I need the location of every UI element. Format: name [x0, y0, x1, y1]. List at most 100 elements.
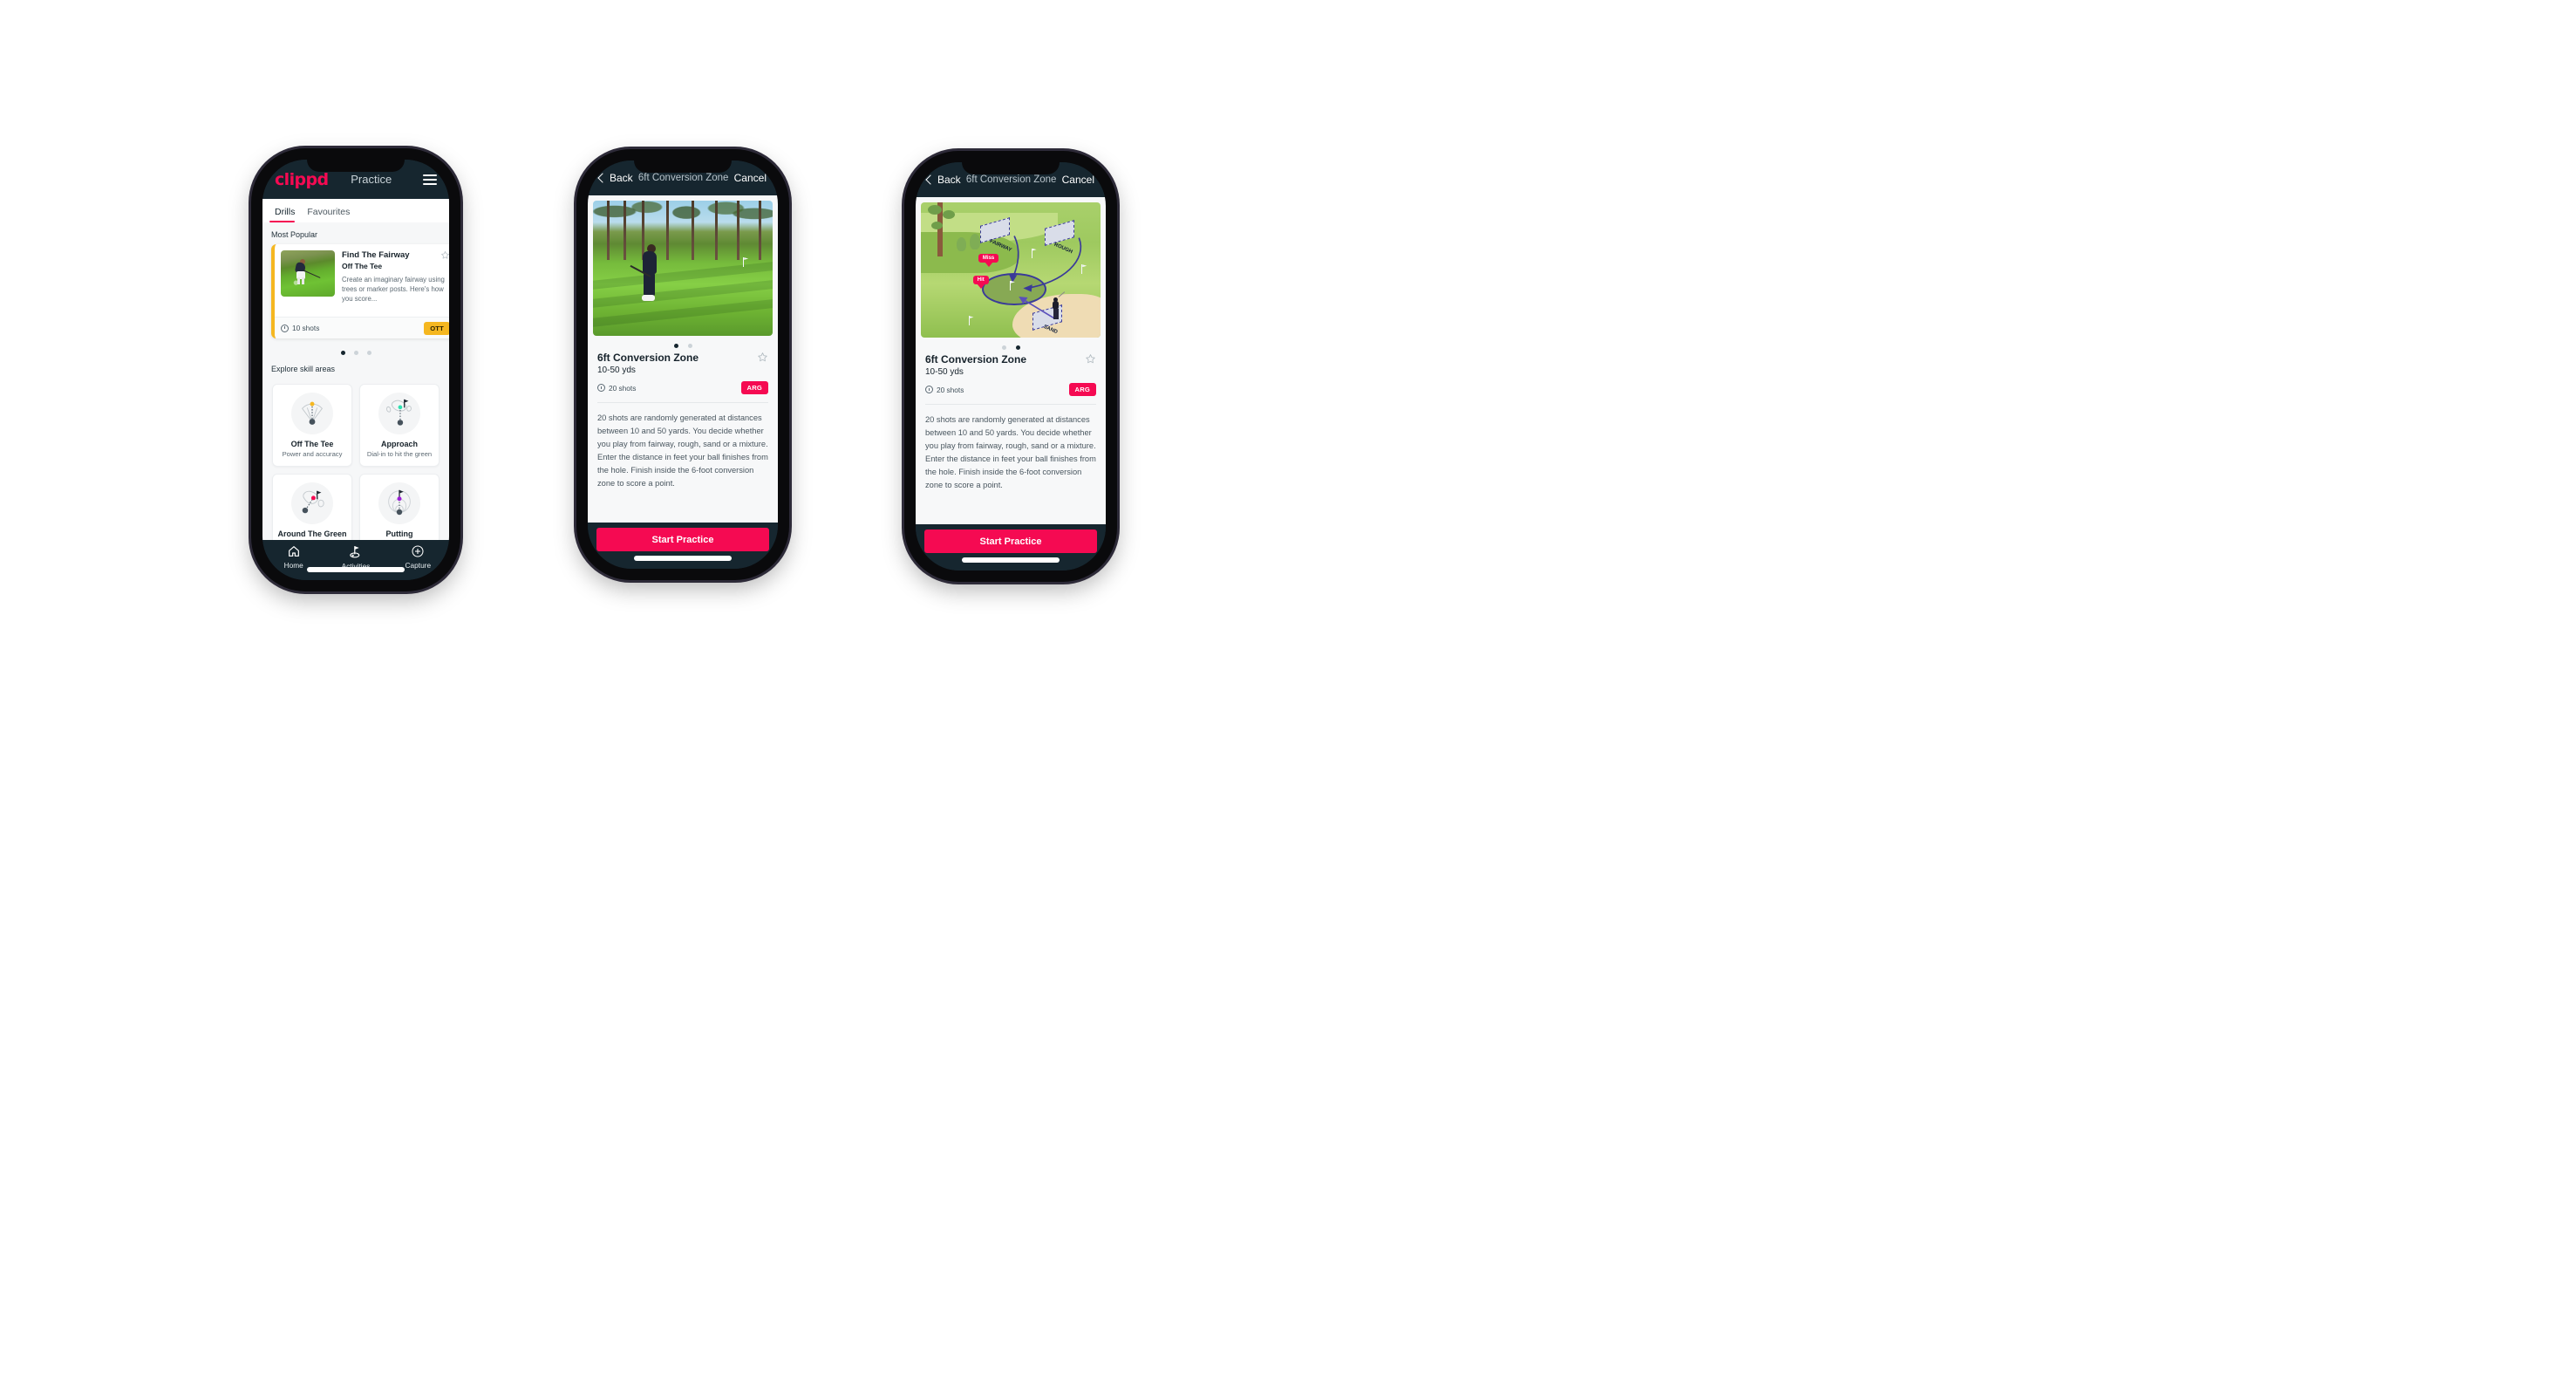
approach-green-icon: [378, 393, 420, 434]
phone-2-screen: Back 6ft Conversion Zone Cancel 6ft Conv…: [588, 161, 778, 569]
detail-content: 6ft Conversion Zone 10-50 yds 20 shots A…: [588, 195, 778, 523]
carousel-dot-2[interactable]: [353, 351, 358, 355]
tee-fan-icon: [291, 393, 333, 434]
notch: [307, 160, 405, 172]
star-outline-icon[interactable]: [440, 250, 449, 260]
start-practice-button[interactable]: Start Practice: [596, 528, 769, 551]
tab-drills[interactable]: Drills: [269, 207, 302, 222]
drill-yardage: 10-50 yds: [925, 367, 964, 377]
most-popular-label: Most Popular: [271, 230, 318, 239]
drill-card-footer: 10 shots OTT: [275, 317, 449, 338]
cancel-button[interactable]: Cancel: [734, 172, 767, 184]
skill-name: Putting: [385, 530, 413, 538]
clock-icon: [281, 324, 289, 332]
start-practice-button[interactable]: Start Practice: [924, 530, 1097, 553]
drill-description: 20 shots are randomly generated at dista…: [597, 413, 768, 489]
drill-card-find-the-fairway[interactable]: Find The Fairway Off The Tee Create an i…: [271, 244, 449, 338]
drill-shots: 20 shots: [597, 384, 636, 393]
clock-icon: [925, 386, 933, 393]
skill-card-off-the-tee[interactable]: Off The Tee Power and accuracy: [272, 384, 352, 467]
drill-description: 20 shots are randomly generated at dista…: [925, 415, 1096, 490]
shot-path-arrows: [1008, 236, 1082, 319]
detail-meta-row: 20 shots ARG: [597, 381, 768, 394]
back-button[interactable]: Back: [597, 172, 633, 184]
golf-flag-icon: [350, 546, 360, 558]
phone-3-screen: Back 6ft Conversion Zone Cancel FAIRWAY …: [916, 162, 1106, 571]
skill-card-putting[interactable]: Putting Make and lag practice: [359, 474, 440, 540]
drill-yardage: 10-50 yds: [597, 366, 636, 375]
hero-wrap: [588, 195, 778, 336]
home-indicator: [634, 556, 732, 561]
carousel-dot-1[interactable]: [340, 351, 345, 355]
detail-footer: Start Practice: [916, 524, 1106, 571]
skill-card-around-the-green[interactable]: Around The Green Hone your short game: [272, 474, 352, 540]
phone-2-drill-detail-video: Back 6ft Conversion Zone Cancel 6ft Conv…: [576, 149, 789, 580]
hero-carousel-dots[interactable]: [916, 338, 1106, 353]
star-outline-icon[interactable]: [1085, 353, 1096, 365]
drill-video-thumbnail[interactable]: [593, 201, 773, 336]
hero-dot-1[interactable]: [673, 344, 678, 348]
nav-item-capture[interactable]: Capture: [387, 544, 449, 570]
drill-shots: 20 shots: [925, 386, 964, 394]
chevron-left-icon: [597, 173, 608, 183]
drill-shots-label: 20 shots: [937, 385, 964, 394]
drill-description: Create an imaginary fairway using trees …: [342, 275, 445, 304]
home-indicator: [962, 557, 1060, 563]
detail-content: FAIRWAY ROUGH SAND Miss Hit 6ft Conversi…: [916, 197, 1106, 524]
skill-badge-ott: OTT: [424, 321, 449, 335]
chip-green-icon: [291, 482, 333, 524]
putting-rings-icon: [378, 482, 420, 524]
back-button[interactable]: Back: [925, 174, 961, 186]
carousel-dot-3[interactable]: [366, 351, 371, 355]
back-label: Back: [937, 174, 961, 186]
detail-title: 6ft Conversion Zone: [637, 173, 729, 183]
course-illustration[interactable]: FAIRWAY ROUGH SAND Miss Hit: [921, 202, 1101, 338]
cancel-button[interactable]: Cancel: [1062, 174, 1094, 186]
tab-favourites[interactable]: Favourites: [302, 207, 357, 222]
home-indicator: [307, 567, 405, 572]
drill-title: Find The Fairway: [342, 250, 410, 260]
golfer-figure: [1052, 290, 1066, 320]
phone-1-screen: clippd Practice Drills Favourites Most P…: [262, 160, 449, 580]
drill-card-main: Find The Fairway Off The Tee Create an i…: [275, 244, 449, 317]
skill-badge-arg: ARG: [1068, 383, 1096, 396]
skill-desc: Power and accuracy: [282, 450, 343, 458]
skill-name: Around The Green: [277, 530, 347, 538]
detail-header: 6ft Conversion Zone 10-50 yds 20 shots A…: [588, 352, 778, 394]
carousel-dots[interactable]: [262, 342, 449, 357]
phone-3-drill-detail-illustration: Back 6ft Conversion Zone Cancel FAIRWAY …: [904, 151, 1117, 582]
skill-badge-arg: ARG: [740, 381, 768, 394]
hero-wrap: FAIRWAY ROUGH SAND Miss Hit: [916, 197, 1106, 338]
hero-dot-2[interactable]: [687, 344, 692, 348]
clock-icon: [597, 384, 605, 392]
star-outline-icon[interactable]: [757, 352, 768, 363]
skill-name: Off The Tee: [290, 440, 334, 448]
drill-shots: 10 shots: [281, 324, 319, 332]
hero-dot-2[interactable]: [1015, 345, 1020, 350]
page-title: Practice: [351, 173, 392, 186]
nav-item-home[interactable]: Home: [262, 544, 324, 570]
bottom-nav-bar: Home Activities Capture: [262, 540, 449, 580]
drill-text: Find The Fairway Off The Tee Create an i…: [342, 250, 449, 312]
explore-skill-areas-label: Explore skill areas: [271, 365, 336, 373]
drill-name: 6ft Conversion Zone: [597, 352, 699, 364]
hero-carousel-dots[interactable]: [588, 336, 778, 352]
skill-name: Approach: [380, 440, 418, 448]
skill-area-grid: Off The Tee Power and accuracy Approach …: [262, 379, 449, 540]
drill-carousel[interactable]: Find The Fairway Off The Tee Create an i…: [262, 244, 449, 342]
drill-shots-label: 20 shots: [609, 383, 637, 393]
drill-shots-label: 10 shots: [292, 324, 320, 332]
hero-dot-1[interactable]: [1001, 345, 1006, 350]
chevron-left-icon: [925, 174, 936, 185]
skill-desc: Dial-in to hit the green: [366, 450, 433, 458]
back-label: Back: [610, 172, 633, 184]
hamburger-icon[interactable]: [423, 174, 437, 185]
practice-content: Drills Favourites Most Popular Find The …: [262, 199, 449, 540]
notch: [962, 162, 1060, 174]
detail-header: 6ft Conversion Zone 10-50 yds 20 shots A…: [916, 353, 1106, 396]
drill-thumbnail: [281, 250, 335, 297]
skill-card-approach[interactable]: Approach Dial-in to hit the green: [359, 384, 440, 467]
drill-name: 6ft Conversion Zone: [925, 353, 1027, 366]
detail-meta-row: 20 shots ARG: [925, 383, 1096, 396]
plus-circle-icon: [412, 545, 424, 557]
